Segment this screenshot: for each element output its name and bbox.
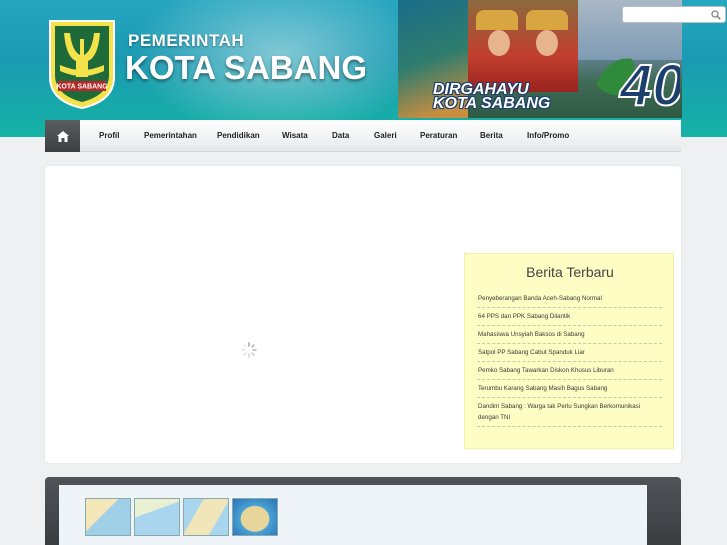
latest-news-title: Berita Terbaru [526,264,614,280]
latest-news-list: Penyeberangan Banda Aceh-Sabang Normal 6… [477,290,662,427]
search-box[interactable] [622,6,726,25]
news-item[interactable]: Terumbu Karang Sabang Masih Bagus Sabang [477,380,662,398]
banner-dirgahayu-text: DIRGAHAYU KOTA SABANG [433,82,551,112]
nav-item-data[interactable]: Data [332,120,349,152]
home-icon [56,130,69,142]
nav-item-galeri[interactable]: Galeri [374,120,397,152]
map-thumbnail[interactable] [232,498,278,536]
nav-item-peraturan[interactable]: Peraturan [420,120,457,152]
search-icon[interactable] [711,10,721,20]
nav-item-info-promo[interactable]: Info/Promo [527,120,569,152]
news-item[interactable]: Dandim Sabang : Warga tak Perlu Sungkan … [477,398,662,427]
anniversary-40-emblem: 40 [596,52,680,115]
news-item[interactable]: Satpol PP Sabang Cabut Spanduk Liar [477,344,662,362]
news-item[interactable]: Mahasiswa Unsyiah Baksos di Sabang [477,326,662,344]
site-title-big: KOTA SABANG [125,49,367,86]
news-item[interactable]: Penyeberangan Banda Aceh-Sabang Normal [477,290,662,308]
map-gallery-strip [45,477,681,545]
banner-line2: KOTA SABANG [433,95,551,112]
main-nav: Profil Pemerintahan Pendidikan Wisata Da… [45,120,681,152]
nav-item-pendidikan[interactable]: Pendidikan [217,120,260,152]
site-header: KOTA SABANG PEMERINTAH KOTA SABANG DIRGA… [0,0,727,137]
map-thumbnail[interactable] [85,498,131,536]
nav-item-profil[interactable]: Profil [99,120,119,152]
map-thumbnail[interactable] [183,498,229,536]
loading-spinner-icon [241,342,257,358]
nav-item-berita[interactable]: Berita [480,120,503,152]
banner-number: 40 [619,53,680,115]
news-item[interactable]: 64 PPS dan PPK Sabang Dilantik [477,308,662,326]
news-item[interactable]: Pemko Sabang Tawarkan Diskon Khusus Libu… [477,362,662,380]
map-gallery-inner [59,485,647,545]
nav-item-pemerintahan[interactable]: Pemerintahan [144,120,197,152]
site-title-small: PEMERINTAH [128,31,245,50]
map-thumbnail[interactable] [134,498,180,536]
kota-sabang-logo[interactable]: KOTA SABANG [46,17,118,110]
search-input[interactable] [623,10,709,25]
latest-news-panel: Berita Terbaru Penyeberangan Banda Aceh-… [464,253,674,449]
banner-photo-children [468,0,578,92]
logo-text: KOTA SABANG [56,84,108,91]
nav-home-button[interactable] [45,120,80,152]
nav-item-wisata[interactable]: Wisata [282,120,308,152]
